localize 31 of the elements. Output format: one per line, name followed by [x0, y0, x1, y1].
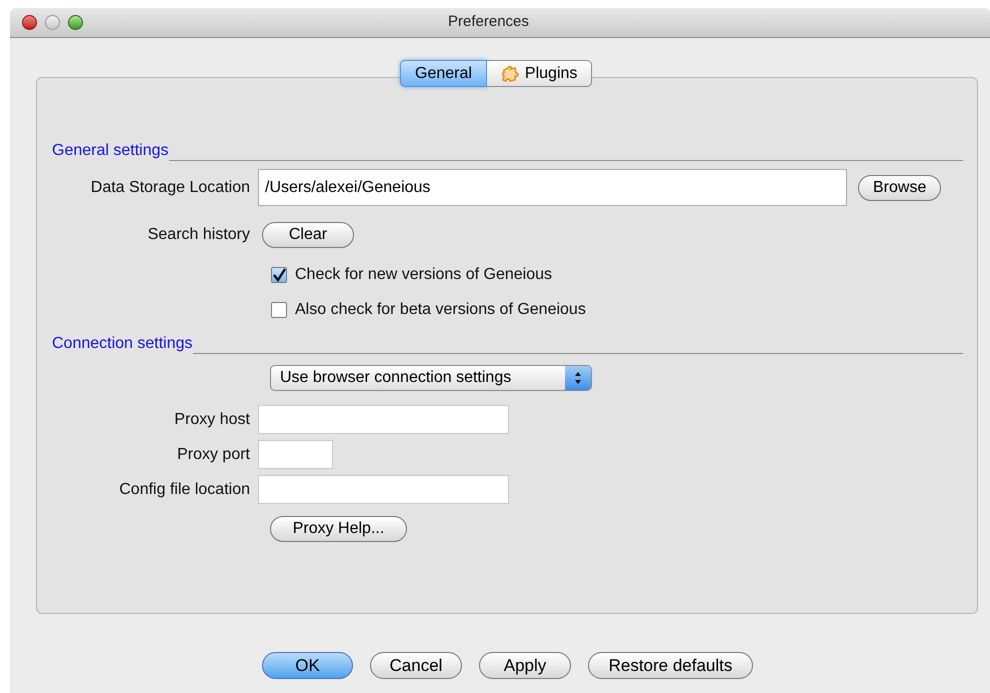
- clear-button[interactable]: Clear: [262, 222, 354, 248]
- tab[interactable]: Plugins: [486, 60, 592, 87]
- browse-button[interactable]: Browse: [858, 174, 942, 200]
- checkbox[interactable]: [271, 267, 287, 283]
- minimize-button[interactable]: [45, 15, 60, 30]
- input-field[interactable]: [258, 475, 509, 504]
- field-label: Proxy host: [174, 410, 250, 430]
- stepper-icon: [565, 366, 591, 390]
- input-field[interactable]: [258, 405, 509, 434]
- field-label: Data Storage Location: [90, 178, 250, 198]
- checkbox-label: Check for new versions of Geneious: [295, 265, 552, 285]
- text-field[interactable]: /Users/alexei/Geneious: [258, 169, 847, 206]
- section-heading: Connection settings: [52, 334, 193, 354]
- proxy-help-button[interactable]: Proxy Help...: [270, 516, 407, 542]
- close-button[interactable]: [22, 15, 37, 30]
- section-heading: General settings: [52, 141, 169, 161]
- tab[interactable]: General: [400, 60, 487, 87]
- field-label: Proxy port: [177, 444, 250, 464]
- dialog-button[interactable]: Cancel: [370, 652, 462, 679]
- window-title: Preferences: [448, 12, 529, 32]
- dialog-button[interactable]: OK: [262, 652, 353, 679]
- dialog-button[interactable]: Apply: [479, 652, 571, 679]
- checkbox-label: Also check for beta versions of Geneious: [295, 300, 586, 320]
- puzzle-icon: [500, 64, 519, 82]
- input-field[interactable]: [258, 440, 333, 469]
- dialog-button[interactable]: Restore defaults: [588, 652, 753, 679]
- field-label: Config file location: [119, 480, 250, 500]
- field-label: Search history: [148, 225, 250, 245]
- zoom-button[interactable]: [68, 15, 83, 30]
- checkbox[interactable]: [271, 302, 287, 318]
- dropdown[interactable]: Use browser connection settings: [270, 365, 592, 391]
